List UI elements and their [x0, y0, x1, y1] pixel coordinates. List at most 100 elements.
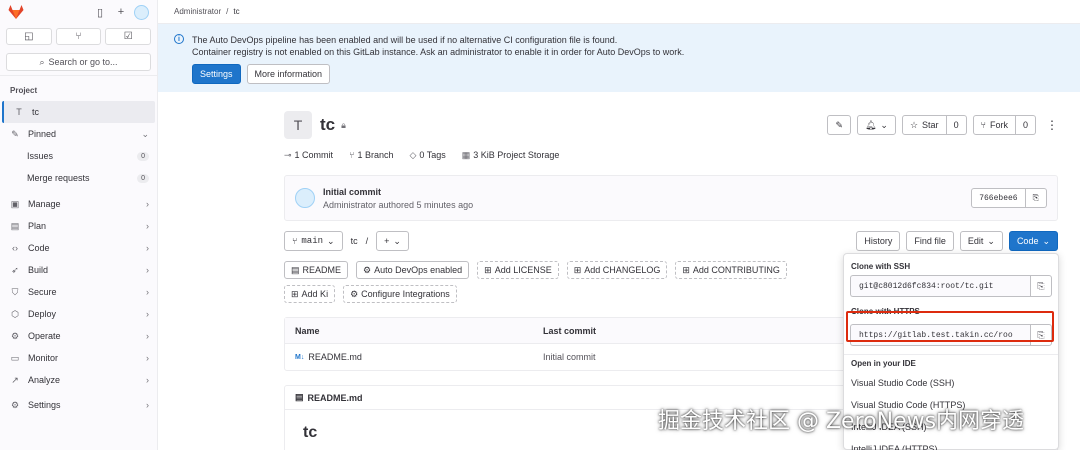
more-actions-icon[interactable]: ⋮ — [1046, 118, 1058, 132]
deploy-icon: ⬡ — [11, 308, 19, 319]
code-dropdown-button[interactable]: Code ⌄ — [1008, 231, 1058, 251]
pin-icon: ✎ — [11, 128, 19, 139]
sidebar-item-merge-requests[interactable]: Merge requests 0 — [0, 167, 157, 189]
edit-dropdown-button[interactable]: Edit ⌄ — [959, 231, 1003, 251]
sidebar-item-label: Issues — [27, 151, 54, 161]
add-contributing-shortcut[interactable]: ⊞ Add CONTRIBUTING — [675, 261, 787, 279]
shortcut-label: Add CHANGELOG — [584, 265, 661, 275]
sidebar-item-operate[interactable]: ⚙ Operate › — [0, 325, 157, 347]
vscode-ssh-item[interactable]: Visual Studio Code (SSH) — [844, 372, 1058, 394]
tags-stat[interactable]: ◇ 0 Tags — [410, 150, 446, 161]
sidebar-item-build[interactable]: ➶ Build › — [0, 259, 157, 281]
more-information-button[interactable]: More information — [246, 64, 331, 84]
sidebar-toggle-icon[interactable]: ▯ — [92, 4, 108, 20]
sidebar-item-label: Operate — [28, 331, 61, 341]
sidebar-item-analyze[interactable]: ↗ Analyze › — [0, 369, 157, 391]
alert-line-1: The Auto DevOps pipeline has been enable… — [192, 35, 618, 45]
sidebar-item-code[interactable]: ‹› Code › — [0, 237, 157, 259]
sidebar-item-label: Analyze — [28, 375, 61, 385]
stat-label: 3 KiB Project Storage — [473, 150, 560, 160]
gitlab-logo-icon[interactable] — [8, 5, 24, 19]
commit-sha-button[interactable]: 766ebee6 — [971, 188, 1026, 208]
highlight-box — [846, 311, 1054, 342]
sidebar-item-project[interactable]: T tc — [2, 101, 155, 123]
chevron-right-icon: › — [146, 375, 149, 385]
sidebar-item-plan[interactable]: ▤ Plan › — [0, 215, 157, 237]
chevron-right-icon: › — [146, 199, 149, 209]
clone-ssh-input[interactable]: git@c8012d6fc834:root/tc.git — [850, 275, 1030, 297]
gear-icon: ⚙ — [350, 288, 359, 299]
watermark-text: 掘金技术社区 @ ZeroNews内网穿透 — [658, 409, 1025, 434]
shortcut-label: Configure Integrations — [361, 289, 450, 299]
add-license-shortcut[interactable]: ⊞ Add LICENSE — [477, 261, 559, 279]
admin-wrench-button[interactable]: ✎ — [827, 115, 851, 135]
sidebar-item-manage[interactable]: ▣ Manage › — [0, 193, 157, 215]
configure-integrations-shortcut[interactable]: ⚙ Configure Integrations — [343, 285, 457, 303]
add-changelog-shortcut[interactable]: ⊞ Add CHANGELOG — [566, 261, 668, 279]
branches-stat[interactable]: ⑂ 1 Branch — [349, 150, 393, 161]
todo-counter-icon[interactable]: ☑ — [105, 28, 152, 45]
breadcrumb: Administrator / tc — [158, 0, 1080, 24]
notifications-button[interactable]: 🔔︎ ⌄ — [856, 115, 896, 135]
issues-counter-icon[interactable]: ◱ — [6, 28, 52, 45]
sidebar-item-settings[interactable]: ⚙ Settings › — [0, 394, 157, 416]
auto-devops-shortcut[interactable]: ⚙ Auto DevOps enabled — [356, 261, 470, 279]
breadcrumb-parent[interactable]: Administrator — [174, 7, 221, 16]
copy-ssh-url-button[interactable]: ⎘ — [1030, 275, 1052, 297]
commit-icon: ⊸ — [284, 150, 292, 160]
project-shortcuts: ▤ README ⚙ Auto DevOps enabled ⊞ Add LICENS… — [284, 261, 844, 303]
chart-icon: ↗ — [11, 374, 19, 385]
sidebar-item-deploy[interactable]: ⬡ Deploy › — [0, 303, 157, 325]
add-kubernetes-shortcut[interactable]: ⊞ Add Ki — [284, 285, 336, 303]
branch-selector[interactable]: ⑂ main ⌄ — [284, 231, 343, 251]
cloud-gear-icon: ⚙ — [10, 330, 20, 341]
merge-request-counter-icon[interactable]: ⑂ — [55, 28, 102, 45]
chevron-down-icon: ⌄ — [880, 119, 888, 130]
sidebar-item-pinned[interactable]: ✎ Pinned ⌄ — [0, 123, 157, 145]
plus-icon: ⊞ — [573, 264, 582, 275]
file-name-link[interactable]: README.md — [308, 352, 362, 362]
shield-icon: ⛉ — [11, 286, 19, 297]
sidebar-item-label: Deploy — [28, 309, 57, 319]
sidebar-item-monitor[interactable]: ▭ Monitor › — [0, 347, 157, 369]
readme-filename[interactable]: README.md — [308, 393, 363, 403]
commits-stat[interactable]: ⊸ 1 Commit — [284, 150, 333, 161]
shortcut-label: Add LICENSE — [494, 265, 552, 275]
sidebar-search-button[interactable]: ⌕ Search or go to... — [6, 53, 151, 71]
history-button[interactable]: History — [856, 231, 901, 251]
monitor-icon: ▭ — [10, 352, 20, 363]
sidebar-item-label: Monitor — [28, 353, 59, 363]
copy-sha-button[interactable]: ⎘ — [1025, 188, 1047, 208]
storage-stat[interactable]: ▦ 3 KiB Project Storage — [462, 150, 560, 161]
find-file-button[interactable]: Find file — [906, 231, 954, 251]
sidebar-item-secure[interactable]: ⛉ Secure › — [0, 281, 157, 303]
star-button[interactable]: ☆ Star — [901, 115, 947, 135]
fork-count[interactable]: 0 — [1015, 115, 1036, 135]
readme-shortcut[interactable]: ▤ README — [284, 261, 349, 279]
add-to-tree-button[interactable]: + ⌄ — [376, 231, 409, 251]
sidebar-counters: ◱ ⑂ ☑ — [0, 24, 157, 49]
copy-icon: ⎘ — [1037, 280, 1045, 291]
tag-icon: ◇ — [409, 150, 417, 160]
sidebar-item-issues[interactable]: Issues 0 — [0, 145, 157, 167]
commit-title[interactable]: Initial commit — [323, 187, 473, 197]
chevron-down-icon: ⌄ — [141, 128, 149, 139]
fork-label: Fork — [989, 120, 1008, 130]
branch-icon: ⑂ — [292, 236, 298, 246]
settings-button[interactable]: Settings — [192, 64, 241, 84]
plus-icon[interactable]: + — [113, 4, 129, 20]
fork-button[interactable]: ⑂ Fork — [972, 115, 1016, 135]
repo-path[interactable]: tc — [351, 236, 358, 246]
user-avatar[interactable] — [134, 4, 149, 20]
sidebar-item-label: Merge requests — [27, 173, 90, 183]
breadcrumb-current[interactable]: tc — [233, 7, 239, 16]
sidebar: ▯ + ◱ ⑂ ☑ ⌕ Search or go to... Project T… — [0, 0, 158, 450]
project-stats: ⊸ 1 Commit ⑂ 1 Branch ◇ 0 Tags ▦ 3 KiB Proje… — [284, 150, 1058, 161]
avatar[interactable] — [295, 188, 315, 208]
copy-icon: ⎘ — [1032, 193, 1039, 203]
intellij-https-item[interactable]: IntelliJ IDEA (HTTPS) — [844, 438, 1058, 450]
open-in-ide-label: Open in your IDE — [851, 359, 916, 368]
sidebar-top: ▯ + — [0, 0, 157, 24]
file-last-commit-link[interactable]: Initial commit — [543, 352, 843, 362]
star-count[interactable]: 0 — [946, 115, 967, 135]
